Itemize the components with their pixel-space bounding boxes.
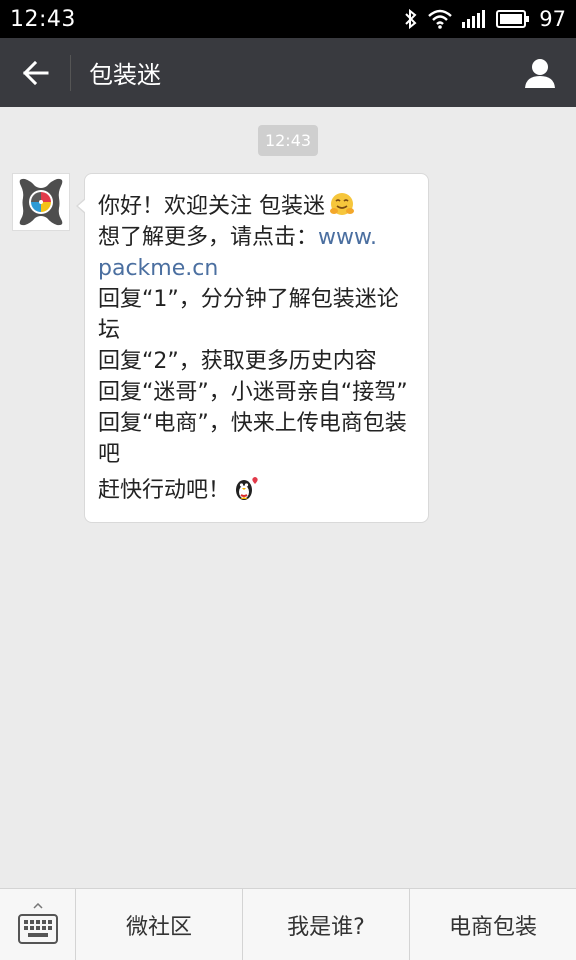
bluetooth-icon bbox=[405, 8, 417, 30]
status-bar: 12:43 97 bbox=[0, 0, 576, 38]
message-line-2: 想了解更多，请点击：www. bbox=[98, 222, 416, 253]
menu-ecommerce-button[interactable]: 电商包装 bbox=[410, 889, 576, 960]
message-line-1: 你好！欢迎关注 包装迷 bbox=[98, 191, 416, 222]
penguin-heart-icon bbox=[236, 477, 258, 500]
bottom-menu-bar: 微社区 我是谁? 电商包装 bbox=[0, 888, 576, 960]
message-line-5: 回复“迷哥”，小迷哥亲自“接驾” bbox=[98, 380, 408, 405]
packme-logo-icon bbox=[13, 174, 69, 230]
website-link-part2[interactable]: packme.cn bbox=[98, 253, 416, 284]
battery-level: 97 bbox=[539, 7, 566, 31]
battery-icon bbox=[496, 10, 530, 28]
back-arrow-icon bbox=[22, 60, 49, 85]
back-button[interactable] bbox=[0, 38, 70, 107]
website-link-part1[interactable]: www. bbox=[318, 225, 377, 250]
prompt-text: 想了解更多，请点击： bbox=[98, 225, 319, 250]
message-line-7: 赶快行动吧！ bbox=[98, 475, 416, 506]
message-timestamp: 12:43 bbox=[258, 125, 318, 156]
message-bubble[interactable]: 你好！欢迎关注 包装迷 想了解更多，请点击：www. packme.cn 回复“… bbox=[76, 173, 429, 523]
status-icons: 97 bbox=[403, 7, 566, 31]
chat-header: 包装迷 bbox=[0, 38, 576, 107]
menu-community-button[interactable]: 微社区 bbox=[76, 889, 243, 960]
profile-button[interactable] bbox=[508, 38, 572, 107]
person-icon bbox=[525, 58, 555, 88]
page-title: 包装迷 bbox=[89, 61, 161, 89]
status-time: 12:43 bbox=[10, 6, 76, 32]
greeting-text: 你好！欢迎关注 包装迷 bbox=[98, 194, 325, 219]
call-to-action-text: 赶快行动吧！ bbox=[98, 478, 231, 503]
keyboard-icon bbox=[17, 903, 58, 944]
keyboard-toggle-button[interactable] bbox=[0, 889, 76, 960]
chat-area[interactable]: 12:43 你好！欢迎关注 包装迷 想了解更多，请点击：www. packme.… bbox=[0, 107, 576, 888]
message-line-4: 回复“2”，获取更多历史内容 bbox=[98, 349, 377, 374]
avatar[interactable] bbox=[12, 173, 70, 231]
message-line-6: 回复“电商”，快来上传电商包装吧 bbox=[98, 411, 407, 467]
wifi-icon bbox=[428, 9, 453, 29]
header-divider bbox=[70, 54, 71, 91]
hug-emoji-icon bbox=[330, 193, 354, 215]
message-line-3: 回复“1”，分分钟了解包装迷论坛 bbox=[98, 287, 399, 343]
signal-icon bbox=[462, 10, 486, 28]
menu-about-button[interactable]: 我是谁? bbox=[243, 889, 410, 960]
